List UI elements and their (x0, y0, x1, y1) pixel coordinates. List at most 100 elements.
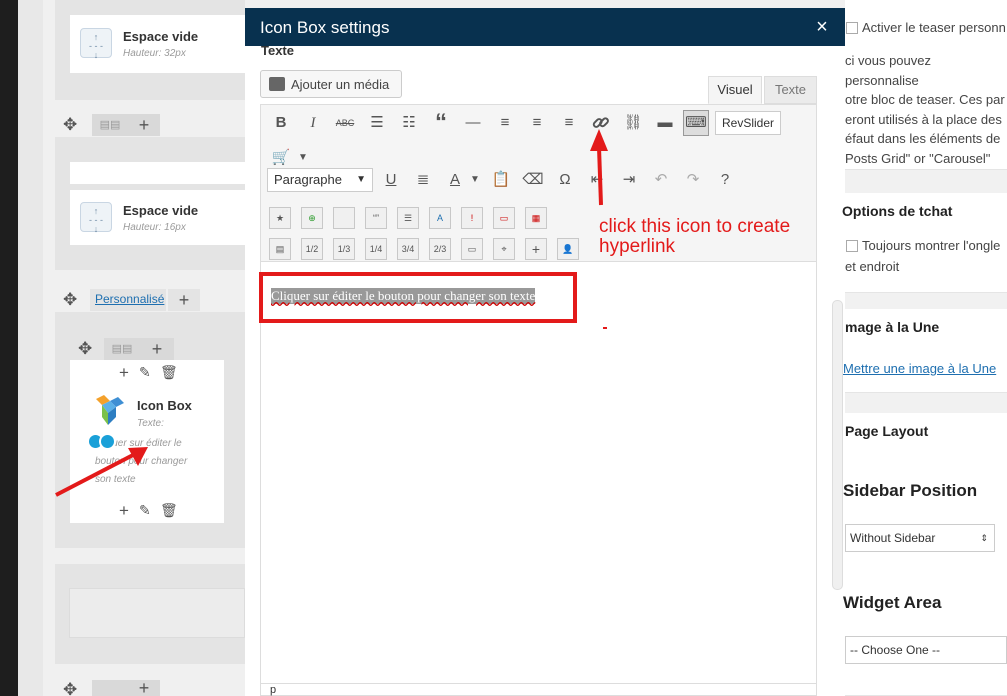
indent-icon[interactable]: ⇥ (617, 168, 641, 192)
progress-icon[interactable]: ▭ (493, 207, 515, 229)
chevron-updown-icon: ⇕ (980, 533, 988, 543)
empty-column[interactable] (69, 588, 245, 638)
trash-icon[interactable]: 🗑 (160, 364, 178, 381)
help-icon[interactable]: ? (713, 168, 737, 192)
media-icon (269, 77, 285, 91)
add-row-icon[interactable]: + (140, 338, 174, 360)
widget-area-select[interactable]: -- Choose One -- (845, 636, 1007, 664)
editor-status-path: p (260, 683, 817, 696)
featured-link[interactable]: Mettre une image à la Une (843, 361, 996, 376)
close-icon[interactable]: × (811, 16, 833, 38)
revslider-button[interactable]: RevSlider (715, 111, 781, 135)
iconbox-title: Icon Box (137, 398, 192, 413)
align-center-icon[interactable]: ≡ (525, 111, 549, 135)
blockquote-icon[interactable]: “ (429, 111, 453, 135)
move-icon[interactable]: ✥ (63, 681, 77, 696)
add-row-icon[interactable]: + (168, 289, 200, 311)
undo-icon[interactable]: ↶ (649, 168, 673, 192)
add-row-icon[interactable]: + (128, 114, 160, 136)
columns-icon[interactable]: ▤▤ (92, 114, 128, 136)
move-icon[interactable]: ✥ (63, 116, 77, 133)
spacer-element[interactable]: ↑ - - - ↓ Espace vide Hauteur: 16px (70, 190, 245, 245)
builder-gutter (18, 0, 43, 696)
sidebar-position-select[interactable]: Without Sidebar ⇕ (845, 524, 995, 552)
add-media-button[interactable]: Ajouter un média (260, 70, 402, 98)
tab-visual[interactable]: Visuel (708, 76, 762, 104)
bullet-list-icon[interactable]: ☰ (365, 111, 389, 135)
move-icon[interactable]: ✥ (78, 340, 92, 357)
toolbar-toggle-icon[interactable]: ⌨ (683, 110, 709, 136)
custom-tab[interactable]: Personnalisé (95, 292, 164, 306)
tab-text[interactable]: Texte (764, 76, 817, 104)
redo-icon[interactable]: ↷ (681, 168, 705, 192)
chat-label-2: et endroit (845, 259, 900, 274)
sidebar-position-title: Sidebar Position (843, 481, 978, 500)
align-right-icon[interactable]: ≡ (557, 111, 581, 135)
columns-icon[interactable]: ▤▤ (104, 338, 140, 360)
justify-icon[interactable]: ≣ (411, 168, 435, 192)
move-icon[interactable]: ✥ (63, 291, 77, 308)
italic-icon[interactable]: I (301, 111, 325, 135)
featured-image-section: mage à la Une Mettre une image à la Une (843, 309, 1007, 393)
list-box-icon[interactable]: ☰ (397, 207, 419, 229)
trash-icon[interactable]: 🗑 (160, 502, 178, 519)
unlink-icon[interactable]: ⛓ (621, 111, 645, 135)
special-character-icon[interactable]: Ω (553, 168, 577, 192)
person-icon[interactable]: 👤 (557, 238, 579, 260)
teaser-checkbox[interactable] (846, 22, 858, 34)
columns-icon[interactable] (92, 680, 128, 696)
spacer-element[interactable]: ↑ - - - ↓ Espace vide Hauteur: 32px (70, 15, 245, 73)
box-icon[interactable] (333, 207, 355, 229)
edit-icon[interactable]: ✎ (139, 502, 151, 519)
add-icon[interactable]: + (119, 502, 129, 519)
tabs-icon[interactable]: ▭ (461, 238, 483, 260)
chevron-down-icon[interactable]: ▼ (463, 168, 487, 192)
edit-icon[interactable]: ✎ (139, 364, 151, 381)
col-1-3-icon[interactable]: 1/3 (333, 238, 355, 260)
teaser-description: ci vous pouvez personnalise otre bloc de… (845, 51, 1007, 168)
empty-element (70, 162, 245, 184)
chat-section: Options de tchat Toujours montrer l'ongl… (842, 193, 1007, 293)
col-1-2-icon[interactable]: 1/2 (301, 238, 323, 260)
teaser-section: Activer le teaser personn ci vous pouvez… (845, 0, 1007, 170)
alert-icon[interactable]: ! (461, 207, 483, 229)
table-icon[interactable]: ▦ (525, 207, 547, 229)
spacer-title: Espace vide (123, 203, 199, 218)
col-3-4-icon[interactable]: 3/4 (397, 238, 419, 260)
quote-box-icon[interactable]: “” (365, 207, 387, 229)
read-more-icon[interactable]: ▬ (653, 111, 677, 135)
star-icon[interactable]: ★ (269, 207, 291, 229)
sidebar-position-value: Without Sidebar (850, 531, 936, 545)
full-width-icon[interactable]: ▤ (269, 238, 291, 260)
page-layout-section: Page Layout Sidebar Position Without Sid… (843, 413, 1007, 696)
align-left-icon[interactable]: ≡ (493, 111, 517, 135)
chat-checkbox[interactable] (846, 240, 858, 252)
map-pin-icon[interactable]: ⌖ (493, 238, 515, 260)
right-sidebar: Activer le teaser personn ci vous pouvez… (842, 0, 1007, 696)
underline-icon[interactable]: U (379, 168, 403, 192)
add-icon[interactable]: + (119, 364, 129, 381)
paste-text-icon[interactable]: 📋 (489, 168, 513, 192)
numbered-list-icon[interactable]: ☷ (397, 111, 421, 135)
custom-tab-wrap: Personnalisé (90, 289, 166, 311)
plus-icon[interactable]: + (525, 238, 547, 260)
add-row-icon[interactable]: + (128, 679, 160, 696)
spacer-icon: ↑ - - - ↓ (80, 28, 112, 60)
col-1-4-icon[interactable]: 1/4 (365, 238, 387, 260)
horizontal-line-icon[interactable]: — (461, 111, 485, 135)
featured-title: mage à la Une (845, 319, 940, 335)
modal-scrollbar[interactable] (832, 300, 843, 590)
chevron-down-icon[interactable]: ▼ (291, 146, 315, 170)
text-box-icon[interactable]: A (429, 207, 451, 229)
col-2-3-icon[interactable]: 2/3 (429, 238, 451, 260)
plus-circle-icon[interactable]: ⊕ (301, 207, 323, 229)
clear-formatting-icon[interactable]: ⌫ (521, 168, 545, 192)
cart-icon[interactable]: 🛒 (269, 146, 293, 170)
modal-header: Icon Box settings × (245, 8, 845, 46)
teaser-desc-line: eront utilisés à la place des (845, 111, 1002, 127)
editor: B I ABC ☰ ☷ “ — ≡ ≡ ≡ ⛓ ▬ ⌨ RevSlider 🛒 … (260, 104, 817, 696)
paragraph-format-select[interactable]: Paragraphe ▼ (267, 168, 373, 192)
bold-icon[interactable]: B (269, 111, 293, 135)
iconbox-sub-label: Texte: (137, 418, 164, 429)
strikethrough-icon[interactable]: ABC (333, 111, 357, 135)
